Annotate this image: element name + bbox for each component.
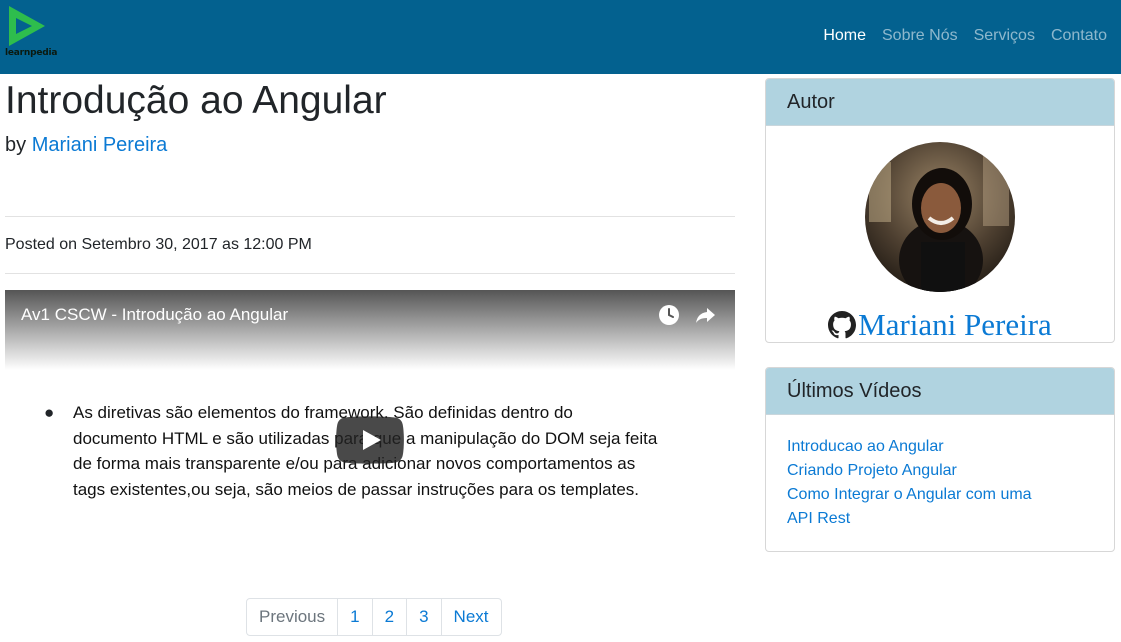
bullet-dot: ● bbox=[44, 403, 55, 422]
nav-home[interactable]: Home bbox=[823, 26, 866, 46]
author-name: Mariani Pereira bbox=[858, 307, 1052, 342]
post-date: Posted on Setembro 30, 2017 as 12:00 PM bbox=[5, 236, 312, 253]
avatar-photo bbox=[865, 142, 1015, 292]
list-item: Criando Projeto Angular bbox=[787, 459, 1032, 483]
share-icon[interactable] bbox=[693, 303, 717, 327]
author-card-header: Autor bbox=[766, 79, 1114, 126]
nav-servicos[interactable]: Serviços bbox=[974, 26, 1035, 46]
nav-contato[interactable]: Contato bbox=[1051, 26, 1107, 46]
pagination-page-1[interactable]: 1 bbox=[337, 599, 371, 635]
divider bbox=[5, 216, 735, 217]
learnpedia-logo[interactable]: learnpedia bbox=[5, 4, 58, 60]
video-link[interactable]: API Rest bbox=[787, 507, 1032, 531]
video-link[interactable]: Criando Projeto Angular bbox=[787, 459, 1032, 483]
play-triangle-logo-icon bbox=[9, 6, 45, 46]
pagination-page-2[interactable]: 2 bbox=[371, 599, 406, 635]
video-embed[interactable]: ● As diretivas são elementos do framewor… bbox=[5, 290, 735, 592]
nav-sobre-nos[interactable]: Sobre Nós bbox=[882, 26, 958, 46]
list-item: API Rest bbox=[787, 507, 1032, 531]
post-byline: by Mariani Pereira bbox=[5, 133, 167, 157]
github-icon bbox=[828, 311, 857, 339]
play-icon[interactable] bbox=[336, 416, 404, 464]
navbar: learnpedia Home Sobre Nós Serviços Conta… bbox=[0, 0, 1121, 74]
video-link[interactable]: Como Integrar o Angular com uma bbox=[787, 483, 1032, 507]
latest-videos-list: Introducao ao Angular Criando Projeto An… bbox=[787, 435, 1032, 531]
list-item: Introducao ao Angular bbox=[787, 435, 1032, 459]
byline-prefix: by bbox=[5, 134, 27, 156]
pagination-next[interactable]: Next bbox=[440, 599, 501, 635]
video-title-bar bbox=[5, 290, 735, 370]
pagination-page-3[interactable]: 3 bbox=[406, 599, 440, 635]
main-nav: Home Sobre Nós Serviços Contato bbox=[807, 26, 1107, 46]
slide-line: tags existentes,ou seja, são meios de pa… bbox=[73, 479, 640, 499]
post-title: Introdução ao Angular bbox=[5, 79, 387, 122]
video-link[interactable]: Introducao ao Angular bbox=[787, 435, 1032, 459]
author-profile-link[interactable]: Mariani Pereira bbox=[766, 307, 1114, 342]
clock-icon[interactable] bbox=[657, 303, 681, 327]
latest-videos-card: Últimos Vídeos Introducao ao Angular Cri… bbox=[765, 367, 1115, 552]
video-title[interactable]: Av1 CSCW - Introdução ao Angular bbox=[21, 304, 288, 326]
author-link[interactable]: Mariani Pereira bbox=[32, 134, 168, 156]
author-avatar bbox=[865, 142, 1015, 292]
pagination-previous[interactable]: Previous bbox=[247, 599, 337, 635]
list-item: Como Integrar o Angular com uma bbox=[787, 483, 1032, 507]
pagination: Previous 1 2 3 Next bbox=[246, 598, 502, 636]
author-card: Autor Mariani Pereira bbox=[765, 78, 1115, 343]
latest-videos-header: Últimos Vídeos bbox=[766, 368, 1114, 415]
logo-text: learnpedia bbox=[5, 48, 58, 58]
divider bbox=[5, 273, 735, 274]
